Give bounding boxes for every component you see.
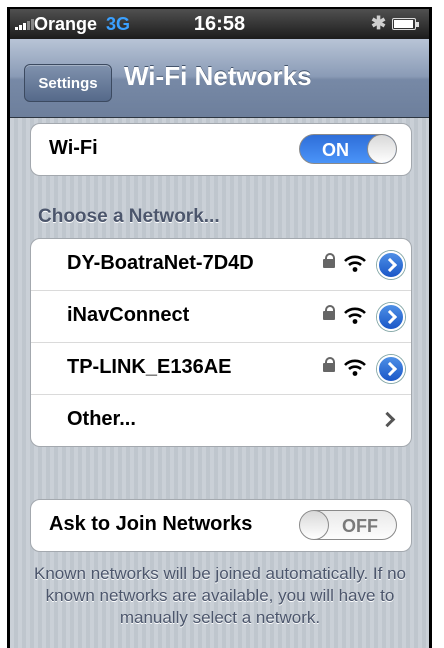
wifi-group: Wi-Fi ON	[30, 123, 412, 176]
wifi-signal-icon	[344, 307, 366, 324]
network-name: iNavConnect	[67, 304, 190, 326]
network-row[interactable]: TP-LINK_E136AE	[31, 343, 411, 395]
battery-icon	[392, 18, 419, 30]
ask-to-join-group: Ask to Join Networks OFF	[30, 499, 412, 552]
network-row[interactable]: DY-BoatraNet-7D4D	[31, 239, 411, 291]
ask-to-join-label: Ask to Join Networks	[49, 513, 253, 535]
networks-section-header: Choose a Network...	[38, 206, 220, 227]
other-network-label: Other...	[67, 408, 136, 430]
lock-icon	[323, 357, 335, 372]
back-button[interactable]: Settings	[24, 64, 112, 102]
network-details-button[interactable]	[377, 303, 405, 331]
wifi-toggle[interactable]: ON	[299, 134, 397, 164]
wifi-signal-icon	[344, 255, 366, 272]
wifi-label: Wi-Fi	[49, 137, 98, 159]
toggle-knob	[300, 511, 329, 539]
toggle-knob	[367, 135, 396, 163]
status-time: 16:58	[193, 13, 246, 35]
device-frame: Orange 3G 16:58 ✱ Settings Wi-Fi Network…	[7, 7, 432, 648]
ask-to-join-toggle[interactable]: OFF	[299, 510, 397, 540]
page-title: Wi-Fi Networks	[124, 61, 312, 91]
status-bar: Orange 3G 16:58 ✱	[10, 9, 429, 39]
other-network-row[interactable]: Other...	[31, 395, 411, 446]
ask-to-join-toggle-state: OFF	[342, 516, 378, 536]
wifi-row: Wi-Fi ON	[31, 124, 411, 175]
network-row[interactable]: iNavConnect	[31, 291, 411, 343]
ask-to-join-row: Ask to Join Networks OFF	[31, 500, 411, 551]
wifi-signal-icon	[344, 359, 366, 376]
ask-to-join-description: Known networks will be joined automatica…	[34, 564, 406, 627]
lock-icon	[323, 305, 335, 320]
network-details-button[interactable]	[377, 251, 405, 279]
lock-icon	[323, 253, 335, 268]
back-button-label: Settings	[38, 74, 98, 92]
chevron-right-icon	[379, 411, 396, 428]
wifi-toggle-state: ON	[322, 140, 349, 160]
network-name: TP-LINK_E136AE	[67, 356, 232, 378]
network-name: DY-BoatraNet-7D4D	[67, 252, 254, 274]
screen: Orange 3G 16:58 ✱ Settings Wi-Fi Network…	[10, 9, 429, 648]
network-details-button[interactable]	[377, 355, 405, 383]
networks-list: DY-BoatraNet-7D4D iNavConnect TP-LINK_E1…	[30, 238, 412, 447]
navigation-bar: Settings Wi-Fi Networks	[10, 39, 429, 118]
bluetooth-icon: ✱	[371, 13, 387, 33]
